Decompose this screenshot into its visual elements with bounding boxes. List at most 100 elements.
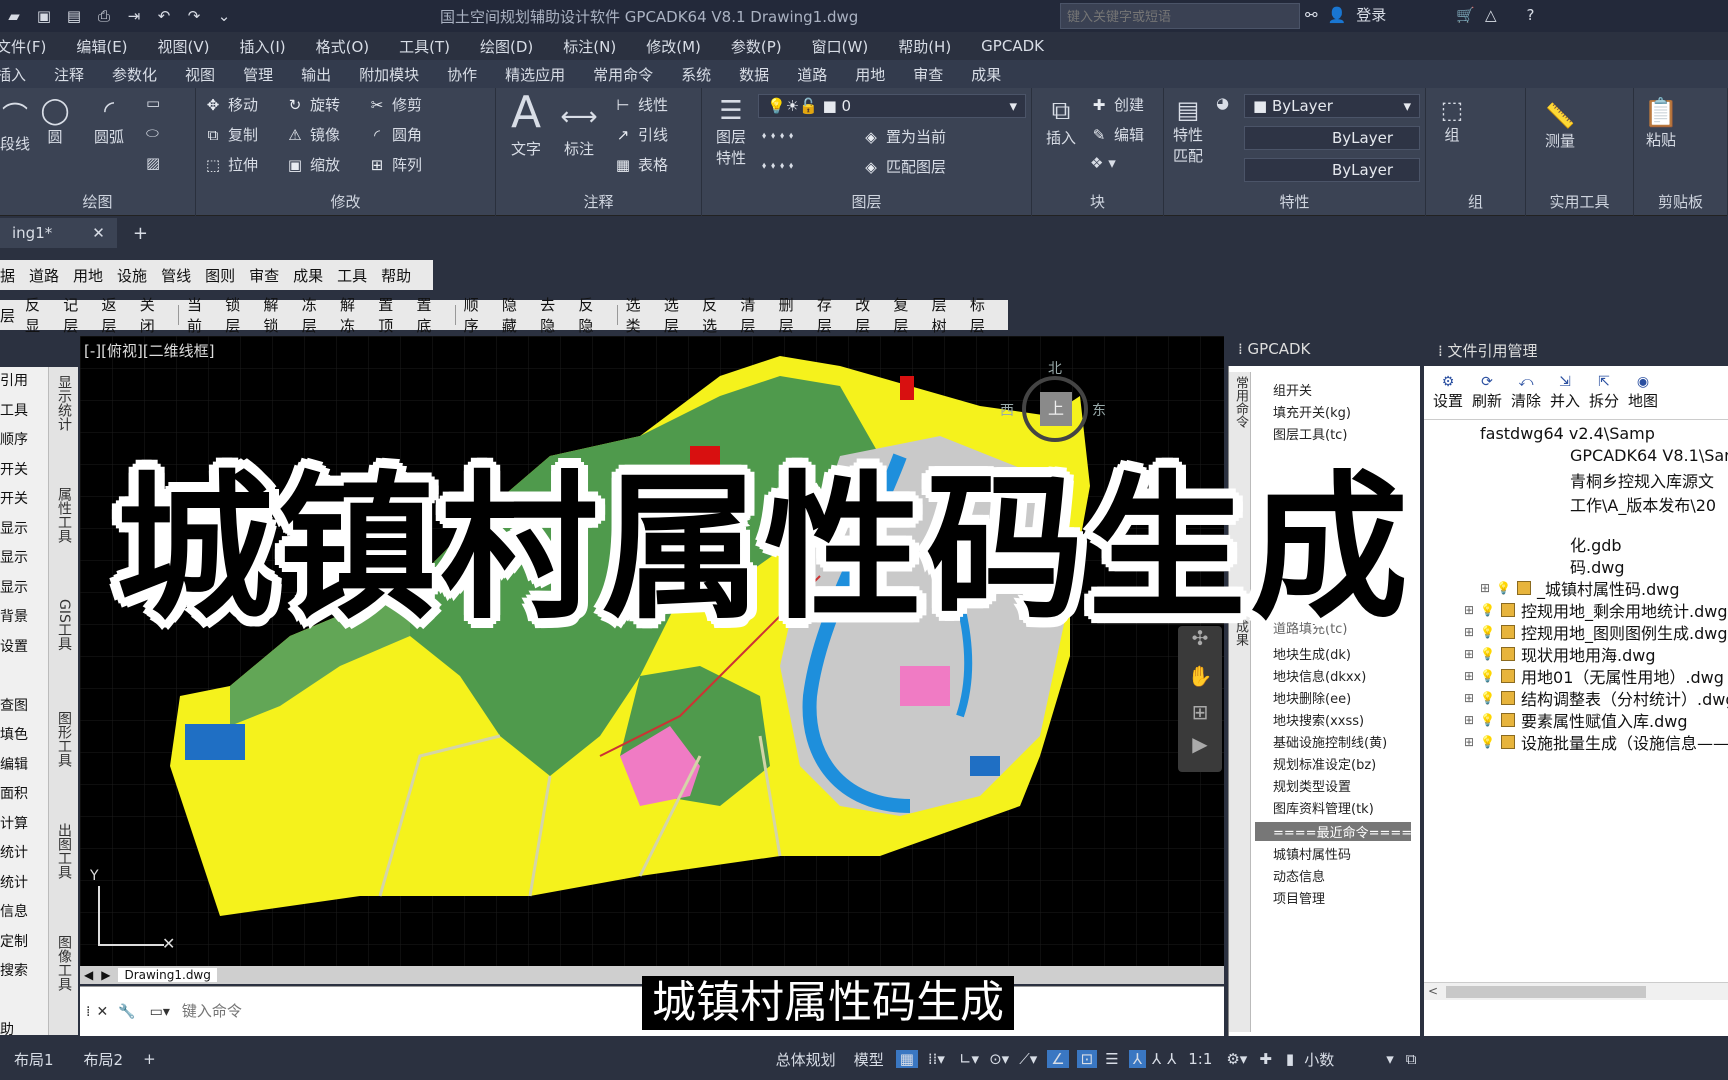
- hatch-icon[interactable]: ▨: [146, 154, 160, 172]
- linear-tool[interactable]: ⊢ 线性: [614, 94, 668, 115]
- left-tool-15[interactable]: 计算: [0, 810, 48, 840]
- left-tool-9[interactable]: 设置: [0, 633, 48, 663]
- redo-icon[interactable]: ↷: [184, 6, 204, 26]
- group-tool[interactable]: ⬚ 组: [1432, 96, 1472, 145]
- gp-menu-0[interactable]: 据: [0, 265, 15, 286]
- gp-menu-7[interactable]: 成果: [293, 265, 323, 286]
- left-tool-3[interactable]: 开关: [0, 456, 48, 486]
- gp-command-8[interactable]: 规划标准设定(bz): [1273, 754, 1376, 773]
- user-icon[interactable]: 👤: [1328, 6, 1347, 24]
- left-tool-11[interactable]: 查图: [0, 692, 48, 722]
- layer-tool-3-5[interactable]: 存层: [817, 294, 845, 336]
- file-tool-1[interactable]: ⟳ 刷新: [1469, 374, 1505, 411]
- leader-tool[interactable]: ↗ 引线: [614, 124, 668, 145]
- left-tool-5[interactable]: 显示: [0, 515, 48, 545]
- layout-tab-2[interactable]: 布局2: [84, 1049, 124, 1070]
- qat-dropdown-icon[interactable]: ⌄: [214, 6, 234, 26]
- snap-icon[interactable]: ⁞⁞▾: [928, 1050, 945, 1068]
- workspace-icon[interactable]: ⧉: [1406, 1050, 1417, 1068]
- ribbon-tab-2[interactable]: 参数化: [112, 64, 157, 85]
- layer-select[interactable]: 💡☀🔓 ■ 0 ▾: [758, 94, 1026, 118]
- gp-menu-4[interactable]: 管线: [161, 265, 191, 286]
- layer-tool-3-2[interactable]: 反选: [702, 294, 730, 336]
- file-tool-2[interactable]: ⤺ 清除: [1508, 374, 1544, 411]
- menu-item-9[interactable]: 参数(P): [731, 36, 782, 57]
- settings-icon[interactable]: ⚙▾: [1226, 1050, 1247, 1068]
- gp-menu-3[interactable]: 设施: [117, 265, 147, 286]
- ribbon-tab-14[interactable]: 审查: [913, 64, 943, 85]
- gp-command-5[interactable]: 地块删除(ee): [1273, 688, 1351, 707]
- color-wheel-icon[interactable]: ◕: [1216, 94, 1229, 112]
- close-cmd-icon[interactable]: ✕: [96, 1004, 108, 1020]
- gp-menu-2[interactable]: 用地: [73, 265, 103, 286]
- layer-tool-3-7[interactable]: 复层: [893, 294, 921, 336]
- menu-item-10[interactable]: 窗口(W): [812, 36, 869, 57]
- recent-cmd-icon[interactable]: ▭▾: [150, 1004, 170, 1020]
- modify-tool-1[interactable]: ↻ 旋转: [286, 94, 340, 115]
- left-tool-13[interactable]: 编辑: [0, 751, 48, 781]
- annotation-visibility-icon[interactable]: ⅄: [1152, 1050, 1161, 1068]
- left-tool-21[interactable]: [0, 987, 48, 1017]
- ribbon-tab-11[interactable]: 数据: [739, 64, 769, 85]
- gp-command-7[interactable]: 基础设施控制线(黄): [1273, 732, 1387, 751]
- match-layer-tool[interactable]: ◈ 匹配图层: [862, 156, 946, 177]
- triangle-icon[interactable]: △: [1485, 6, 1497, 24]
- modify-tool-5[interactable]: ◜ 圆角: [368, 124, 422, 145]
- zoom-icon[interactable]: ⊞: [1178, 700, 1222, 724]
- paste-tool[interactable]: 📋 粘贴: [1636, 96, 1686, 150]
- left-tab-1[interactable]: 属性工具: [49, 487, 79, 543]
- units-icon[interactable]: ▮: [1286, 1050, 1294, 1068]
- drag-handle-icon[interactable]: ⁞: [86, 1004, 90, 1020]
- layer-tool-3-0[interactable]: 选类: [626, 294, 654, 336]
- polyline-tool[interactable]: ⌒ 段线: [0, 96, 30, 154]
- gp-menu-6[interactable]: 审查: [249, 265, 279, 286]
- left-tool-16[interactable]: 统计: [0, 839, 48, 869]
- menu-item-4[interactable]: 格式(O): [316, 36, 370, 57]
- left-tool-6[interactable]: 显示: [0, 544, 48, 574]
- layer-tool-1-5[interactable]: 置顶: [378, 294, 406, 336]
- table-tool[interactable]: ▦ 表格: [614, 154, 668, 175]
- export-icon[interactable]: ⇥: [124, 6, 144, 26]
- file-item-10[interactable]: ⊞ 💡 用地01（无属性用地）.dwg: [1464, 664, 1724, 688]
- file-item-12[interactable]: ⊞ 💡 要素属性赋值入库.dwg: [1464, 708, 1688, 732]
- ribbon-tab-15[interactable]: 成果: [971, 64, 1001, 85]
- save-icon[interactable]: ▣: [34, 6, 54, 26]
- ribbon-tab-12[interactable]: 道路: [797, 64, 827, 85]
- grid-icon[interactable]: ▦: [895, 1050, 918, 1068]
- menu-item-8[interactable]: 修改(M): [646, 36, 701, 57]
- expand-icon[interactable]: ⊞: [1464, 691, 1474, 705]
- menu-item-2[interactable]: 视图(V): [158, 36, 210, 57]
- expand-icon[interactable]: ⊞: [1464, 713, 1474, 727]
- menu-item-7[interactable]: 标注(N): [563, 36, 616, 57]
- gp-command-10[interactable]: 图库资料管理(tk): [1273, 798, 1374, 817]
- next-tab-icon[interactable]: ▶: [101, 968, 110, 982]
- gp-menu-8[interactable]: 工具: [337, 265, 367, 286]
- menu-item-12[interactable]: GPCADK: [981, 37, 1044, 55]
- close-icon[interactable]: ✕: [92, 224, 105, 242]
- left-tool-1[interactable]: 工具: [0, 397, 48, 427]
- lweight-icon[interactable]: ☰: [1105, 1050, 1118, 1068]
- layer-tool-1-6[interactable]: 置底: [416, 294, 444, 336]
- left-tool-20[interactable]: 搜索: [0, 957, 48, 987]
- pan-icon[interactable]: ✋: [1178, 664, 1222, 688]
- search-input[interactable]: [1060, 3, 1300, 29]
- layer-icons-row1[interactable]: ⬪ ⬪ ⬪ ⬪: [762, 126, 793, 144]
- menu-item-0[interactable]: 文件(F): [0, 36, 46, 57]
- ribbon-tab-10[interactable]: 系统: [681, 64, 711, 85]
- cart-icon[interactable]: 🛒: [1456, 6, 1475, 24]
- clipboard-panel-title[interactable]: 剪贴板: [1634, 191, 1727, 212]
- left-tab-3[interactable]: 图形工具: [49, 711, 79, 767]
- ribbon-tab-0[interactable]: 插入: [0, 64, 26, 85]
- file-tool-0[interactable]: ⚙ 设置: [1430, 374, 1466, 411]
- model-space-button[interactable]: 模型: [854, 1049, 884, 1070]
- prev-tab-icon[interactable]: ◀: [84, 968, 93, 982]
- gp-command-9[interactable]: 规划类型设置: [1273, 776, 1351, 795]
- help-icon[interactable]: ?: [1527, 6, 1535, 24]
- plus-icon[interactable]: ✚: [1259, 1050, 1272, 1068]
- annotation-scale-icon[interactable]: ⅄: [1128, 1050, 1146, 1068]
- block-panel-title[interactable]: 块: [1032, 191, 1163, 212]
- doc-tab-drawing1[interactable]: ing1* ✕: [0, 218, 117, 248]
- login-link[interactable]: 登录: [1356, 4, 1386, 25]
- modify-tool-4[interactable]: ⚠ 镜像: [286, 124, 340, 145]
- ortho-icon[interactable]: ∟▾: [959, 1050, 979, 1068]
